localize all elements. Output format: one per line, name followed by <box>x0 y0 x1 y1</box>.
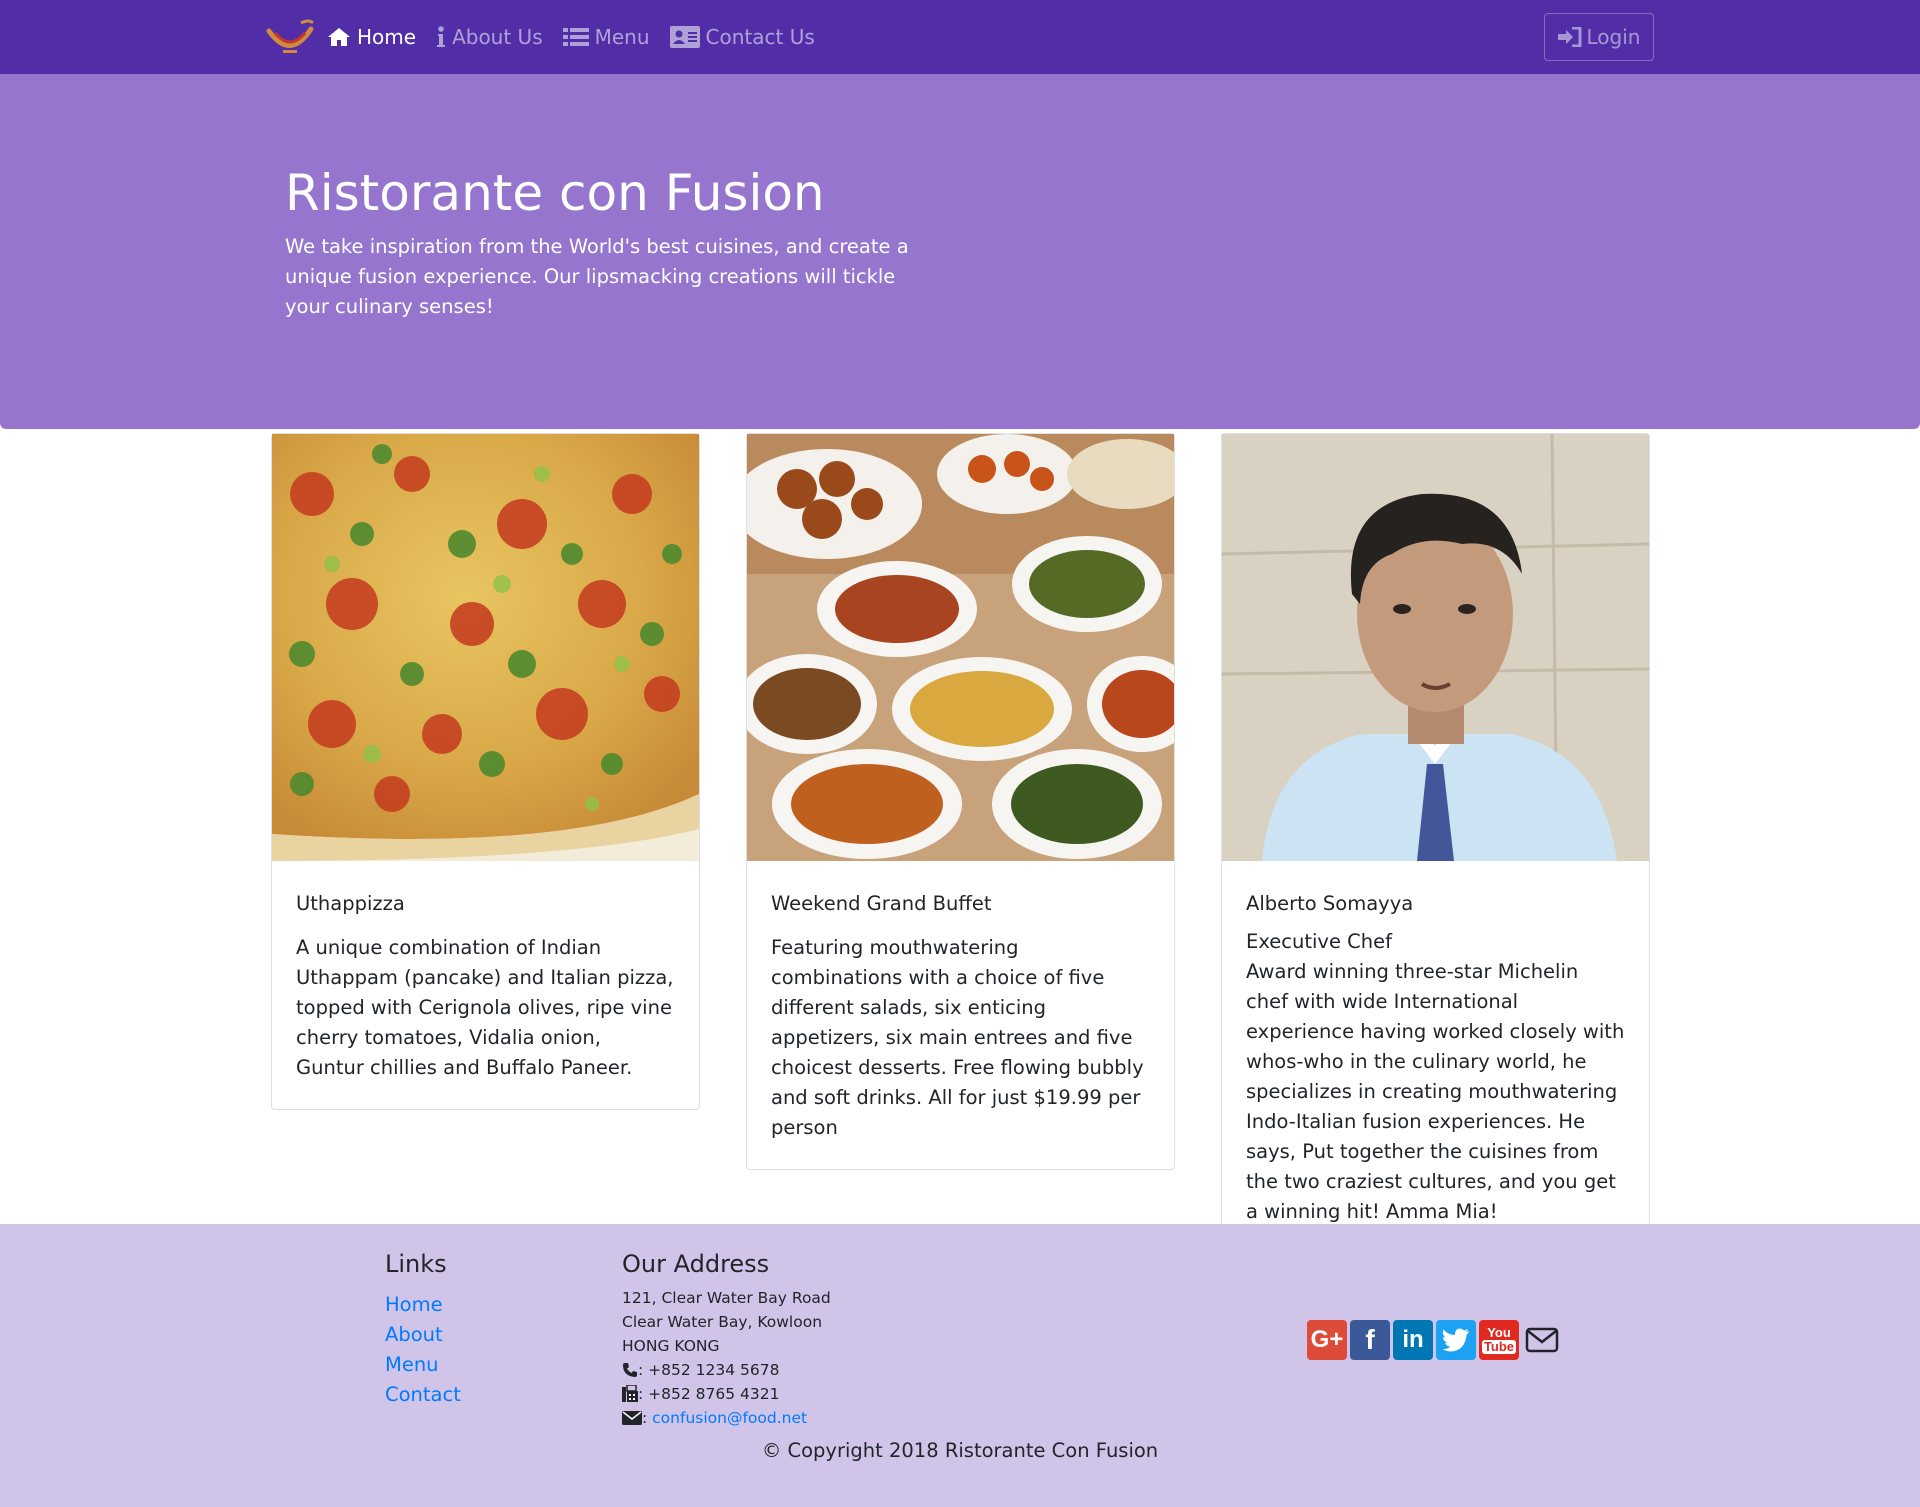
info-icon <box>437 26 446 47</box>
email-link[interactable]: confusion@food.net <box>652 1406 807 1430</box>
nav-item-home[interactable]: Home <box>327 25 416 49</box>
nav-item-label: About Us <box>452 25 543 49</box>
leader-photo-alberto <box>1222 434 1649 861</box>
fax-line: : +852 8765 4321 <box>622 1382 831 1406</box>
nav-item-label: Home <box>357 25 417 49</box>
address-card-icon <box>669 26 700 48</box>
nav-inner: Home About Us Menu Contact Us <box>265 0 835 74</box>
footer-link-home[interactable]: Home <box>385 1290 461 1320</box>
login-label: Login <box>1586 25 1641 49</box>
card-title: Uthappizza <box>296 892 405 915</box>
dish-image-uthappizza <box>272 434 699 861</box>
home-icon <box>328 28 350 46</box>
fax-number: : +852 8765 4321 <box>638 1385 780 1403</box>
footer-address: Our Address 121, Clear Water Bay Road Cl… <box>622 1250 831 1430</box>
navbar: Home About Us Menu Contact Us Login <box>0 0 1920 74</box>
restaurant-logo[interactable] <box>265 17 315 57</box>
twitter-icon[interactable] <box>1436 1320 1476 1360</box>
card-body: Alberto Somayya Executive Chef Award win… <box>1222 861 1649 1253</box>
card-subtitle: Executive Chef <box>1246 930 1392 953</box>
footer-link-contact[interactable]: Contact <box>385 1380 461 1410</box>
address-line: 121, Clear Water Bay Road <box>622 1289 831 1307</box>
featured-leader-card: Alberto Somayya Executive Chef Award win… <box>1221 433 1650 1254</box>
card-body: Weekend Grand Buffet Featuring mouthwate… <box>747 861 1174 1169</box>
email-icon[interactable] <box>1522 1320 1562 1360</box>
nav-item-contact[interactable]: Contact Us <box>669 25 815 49</box>
youtube-icon[interactable]: You Tube <box>1479 1320 1519 1360</box>
card-text: Award winning three-star Michelin chef w… <box>1246 960 1625 1223</box>
copyright: © Copyright 2018 Ristorante Con Fusion <box>761 1439 1159 1462</box>
hero-description: We take inspiration from the World's bes… <box>285 235 909 318</box>
card-text: Featuring mouthwatering combinations wit… <box>771 936 1144 1139</box>
footer-links-list: Home About Menu Contact <box>385 1290 461 1410</box>
footer-link-menu[interactable]: Menu <box>385 1350 461 1380</box>
address-block: 121, Clear Water Bay Road Clear Water Ba… <box>622 1286 831 1430</box>
linkedin-icon[interactable]: in <box>1393 1320 1433 1360</box>
login-button[interactable]: Login <box>1544 13 1654 61</box>
links-heading: Links <box>385 1250 447 1278</box>
card-title: Alberto Somayya <box>1246 892 1414 915</box>
nav-item-label: Menu <box>594 25 650 49</box>
promotion-image-buffet <box>747 434 1174 861</box>
phone-icon <box>623 1363 637 1377</box>
google-plus-icon[interactable]: G+ <box>1307 1320 1347 1360</box>
card-body: Uthappizza A unique combination of India… <box>272 861 699 1109</box>
phone-line: : +852 1234 5678 <box>622 1358 831 1382</box>
email-line: : confusion@food.net <box>622 1406 831 1430</box>
footer-links: Links Home About Menu Contact <box>385 1250 461 1410</box>
nav-item-about[interactable]: About Us <box>436 25 543 49</box>
nav-item-menu[interactable]: Menu <box>562 25 650 49</box>
footer-link-about[interactable]: About <box>385 1320 461 1350</box>
address-line: Clear Water Bay, Kowloon <box>622 1313 823 1331</box>
jumbotron: Ristorante con Fusion We take inspiratio… <box>0 74 1920 429</box>
phone-number: : +852 1234 5678 <box>638 1361 780 1379</box>
footer: Links Home About Menu Contact Our Addres… <box>0 1224 1920 1507</box>
envelope-icon <box>622 1411 642 1425</box>
facebook-icon[interactable]: f <box>1350 1320 1390 1360</box>
featured-dish-card: Uthappizza A unique combination of India… <box>271 433 700 1110</box>
social-links: G+ f in You Tube <box>1307 1320 1565 1360</box>
nav-item-label: Contact Us <box>705 25 815 49</box>
page-title: Ristorante con Fusion <box>285 164 825 222</box>
card-text: A unique combination of Indian Uthappam … <box>296 936 674 1079</box>
address-line: HONG KONG <box>622 1337 720 1355</box>
fax-icon <box>622 1385 638 1402</box>
address-heading: Our Address <box>622 1250 770 1278</box>
card-title: Weekend Grand Buffet <box>771 892 992 915</box>
sign-in-icon <box>1557 27 1582 47</box>
list-icon <box>562 28 589 46</box>
featured-promotion-card: Weekend Grand Buffet Featuring mouthwate… <box>746 433 1175 1170</box>
